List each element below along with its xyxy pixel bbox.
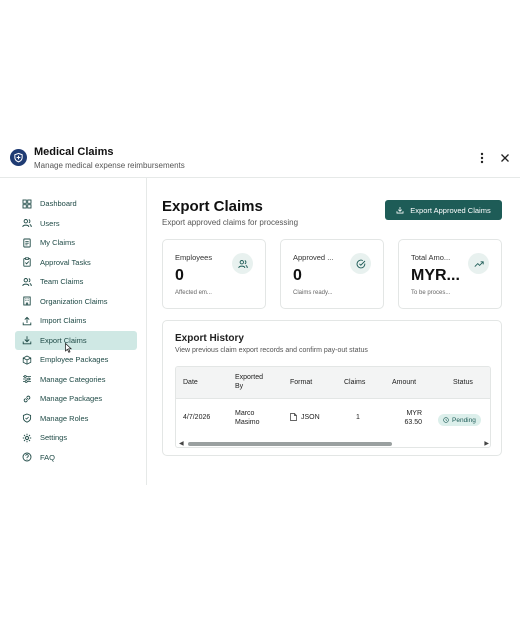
employees-card: Employees 0 Affected em... — [162, 239, 266, 309]
card-label: Employees — [175, 253, 213, 262]
sidebar-item-settings[interactable]: Settings — [15, 428, 137, 448]
scroll-left-icon[interactable]: ◀ — [179, 440, 184, 447]
sidebar-item-team-claims[interactable]: Team Claims — [15, 272, 137, 292]
sidebar-item-label: Export Claims — [40, 335, 87, 345]
sidebar-item-label: Employee Packages — [40, 355, 109, 365]
upload-icon — [22, 316, 32, 326]
card-value: 0 — [175, 267, 184, 284]
export-history-table: Date Exported By Format Claims Amount St… — [175, 366, 491, 448]
sidebar-item-label: Manage Roles — [40, 413, 89, 423]
sidebar-item-users[interactable]: Users — [15, 214, 137, 234]
sidebar-item-export-claims[interactable]: Export Claims — [15, 330, 137, 353]
cell-exported-by: Marco Masimo — [235, 410, 260, 426]
export-button-label: Export Approved Claims — [410, 205, 491, 215]
kebab-icon[interactable] — [474, 150, 490, 166]
document-icon — [22, 238, 32, 248]
card-subtext: To be proces... — [411, 290, 451, 296]
column-header-date: Date — [183, 379, 198, 386]
app-window: Medical Claims Manage medical expense re… — [0, 140, 520, 485]
export-history-panel: Export History View previous claim expor… — [162, 320, 502, 456]
main-content: Export Claims Export approved claims for… — [162, 178, 507, 478]
sidebar-item-label: Team Claims — [40, 277, 84, 287]
card-subtext: Claims ready... — [293, 290, 333, 296]
sidebar-item-my-claims[interactable]: My Claims — [15, 233, 137, 253]
app-header: Medical Claims Manage medical expense re… — [0, 140, 520, 178]
sidebar-item-manage-packages[interactable]: Manage Packages — [15, 389, 137, 409]
column-header-format: Format — [290, 379, 313, 386]
export-history-title: Export History — [175, 333, 244, 344]
card-value: 0 — [293, 267, 302, 284]
card-label: Approved ... — [293, 253, 334, 262]
sliders-icon — [22, 374, 32, 384]
scroll-right-icon[interactable]: ▶ — [484, 440, 489, 447]
column-header-amount: Amount — [392, 379, 417, 386]
horizontal-scrollbar[interactable]: ◀ ▶ — [176, 439, 490, 447]
sidebar-item-label: Manage Packages — [40, 394, 103, 404]
trend-up-icon — [468, 253, 489, 274]
download-icon — [22, 335, 32, 345]
app-title: Medical Claims — [34, 146, 114, 158]
sidebar-item-label: Import Claims — [40, 316, 87, 326]
scrollbar-thumb[interactable] — [188, 442, 392, 446]
column-header-status: Status — [453, 379, 473, 386]
sidebar-item-label: Settings — [40, 433, 68, 443]
clock-icon — [443, 417, 449, 423]
download-icon — [396, 206, 404, 214]
sidebar-item-organization-claims[interactable]: Organization Claims — [15, 292, 137, 312]
format-label: JSON — [301, 413, 320, 421]
sidebar-item-dashboard[interactable]: Dashboard — [15, 194, 137, 214]
sidebar-item-label: Users — [40, 218, 60, 228]
file-icon — [290, 413, 297, 421]
question-icon — [22, 452, 32, 462]
sidebar-item-faq[interactable]: FAQ — [15, 448, 137, 468]
sidebar-item-label: Dashboard — [40, 199, 77, 209]
package-icon — [22, 355, 32, 365]
sidebar-item-import-claims[interactable]: Import Claims — [15, 311, 137, 331]
sidebar-item-manage-categories[interactable]: Manage Categories — [15, 370, 137, 390]
link-icon — [22, 394, 32, 404]
approved-claims-card: Approved ... 0 Claims ready... — [280, 239, 384, 309]
export-history-subtitle: View previous claim export records and c… — [175, 347, 368, 354]
cell-claims: 1 — [356, 414, 360, 421]
card-label: Total Amo... — [411, 253, 451, 262]
sidebar-item-label: Approval Tasks — [40, 257, 91, 267]
page-title: Export Claims — [162, 198, 263, 215]
clipboard-check-icon — [22, 257, 32, 267]
gear-icon — [22, 433, 32, 443]
check-circle-icon — [350, 253, 371, 274]
status-badge: Pending — [438, 414, 481, 426]
table-header: Date Exported By Format Claims Amount St… — [176, 367, 490, 399]
column-header-exported-by: Exported By — [235, 374, 264, 390]
grid-icon — [22, 199, 32, 209]
app-subtitle: Manage medical expense reimbursements — [34, 161, 185, 170]
users-icon — [22, 277, 32, 287]
card-value: MYR... — [411, 267, 460, 284]
users-icon — [22, 218, 32, 228]
users-icon — [232, 253, 253, 274]
cell-format: JSON — [290, 413, 320, 421]
cell-date: 4/7/2026 — [183, 414, 211, 421]
cell-amount: MYR 63.50 — [404, 410, 422, 426]
export-approved-claims-button[interactable]: Export Approved Claims — [385, 200, 502, 220]
summary-cards: Employees 0 Affected em... Approved ... … — [162, 239, 502, 309]
shield-icon — [22, 413, 32, 423]
status-label: Pending — [452, 416, 476, 424]
column-header-claims: Claims — [344, 379, 366, 386]
close-icon[interactable] — [497, 150, 513, 166]
sidebar-item-approval-tasks[interactable]: Approval Tasks — [15, 253, 137, 273]
app-logo-icon — [10, 149, 27, 166]
sidebar: Dashboard Users My Claims Approval Tasks… — [0, 178, 147, 485]
sidebar-item-employee-packages[interactable]: Employee Packages — [15, 350, 137, 370]
page-subtitle: Export approved claims for processing — [162, 218, 299, 227]
sidebar-item-label: Manage Categories — [40, 374, 106, 384]
sidebar-item-label: Organization Claims — [40, 296, 108, 306]
card-subtext: Affected em... — [175, 290, 212, 296]
building-icon — [22, 296, 32, 306]
sidebar-item-label: FAQ — [40, 452, 56, 462]
sidebar-item-manage-roles[interactable]: Manage Roles — [15, 409, 137, 429]
total-amount-card: Total Amo... MYR... To be proces... — [398, 239, 502, 309]
sidebar-item-label: My Claims — [40, 238, 75, 248]
